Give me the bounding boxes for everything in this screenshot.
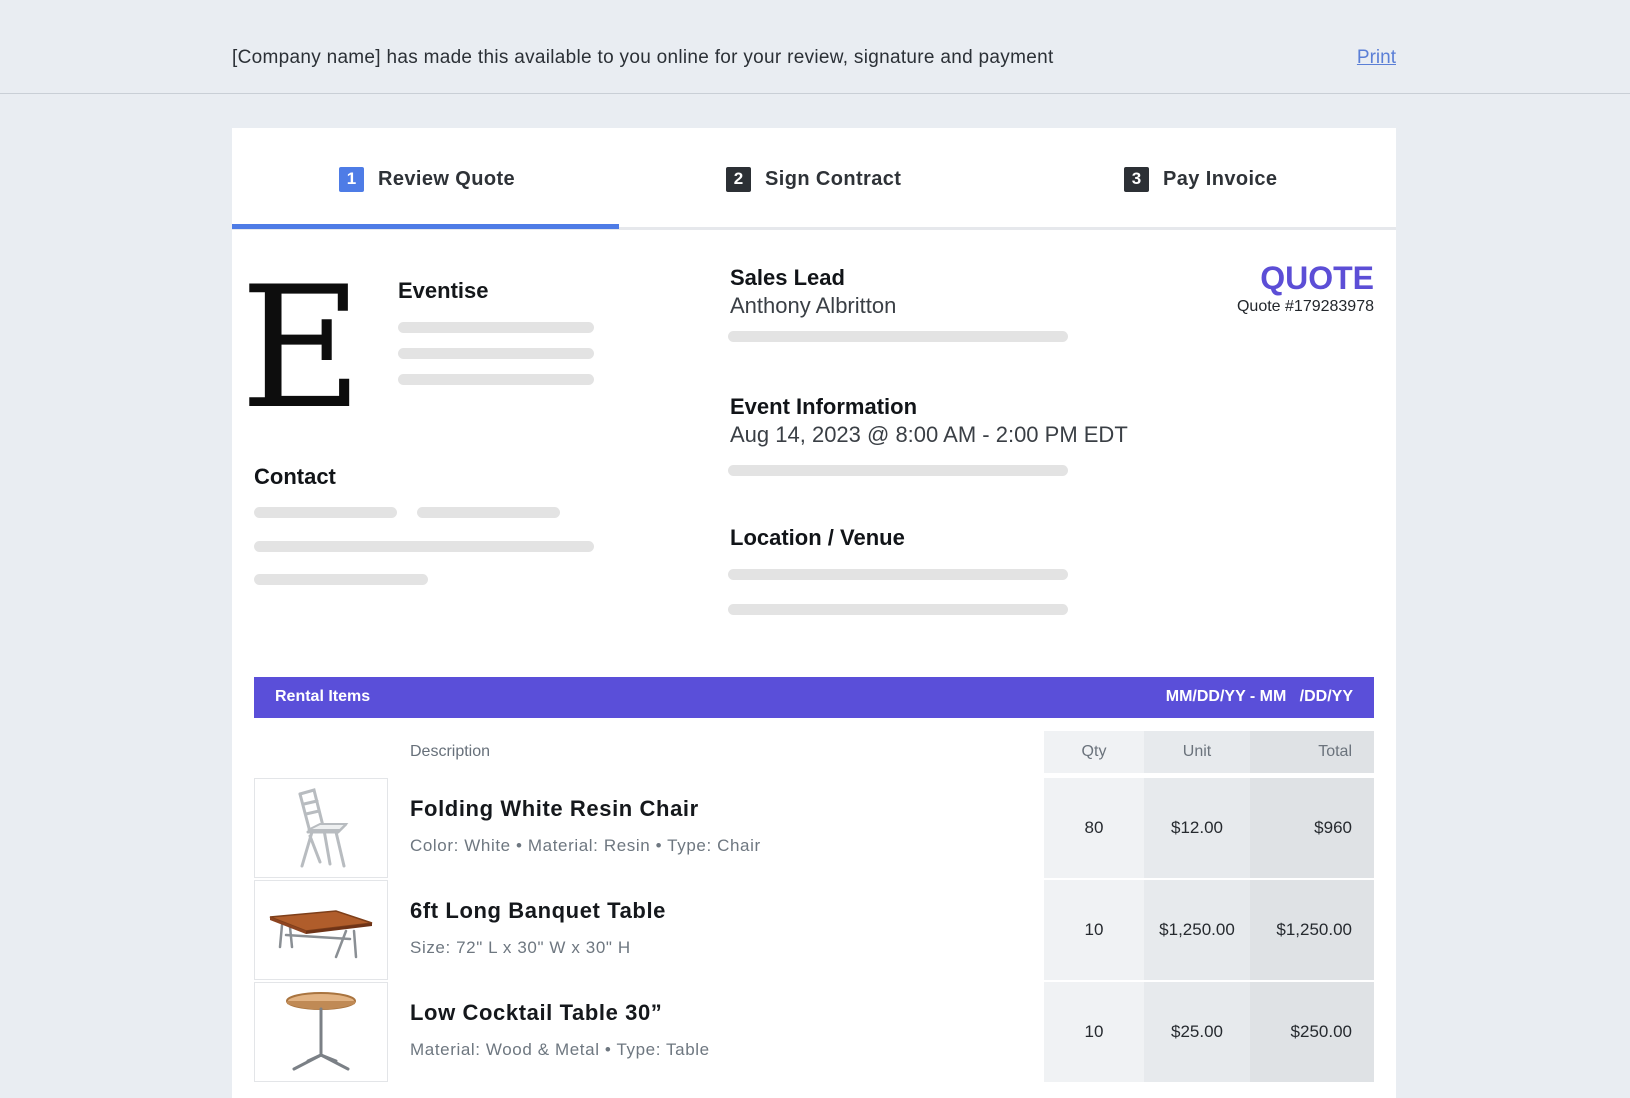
table-row: Folding White Resin Chair Color: White •… <box>254 778 1374 878</box>
item-unit-price: $12.00 <box>1144 778 1250 878</box>
tab-label: Pay Invoice <box>1163 167 1278 190</box>
step-1-badge: 1 <box>339 166 364 192</box>
item-qty: 80 <box>1044 778 1144 878</box>
item-total: $1,250.00 <box>1250 880 1374 980</box>
placeholder-line <box>728 604 1068 615</box>
cocktail-table-image <box>254 982 388 1082</box>
rental-items-header: Rental Items MM/DD/YY - MM /DD/YY <box>254 677 1374 718</box>
company-logo: E <box>240 250 363 446</box>
placeholder-line <box>254 541 594 552</box>
item-total: $250.00 <box>1250 982 1374 1082</box>
placeholder-line <box>398 374 594 385</box>
placeholder-line <box>254 507 397 518</box>
active-tab-indicator <box>232 224 619 229</box>
company-name: Eventise <box>398 278 489 303</box>
step-tabs: 1 Review Quote 2 Sign Contract 3 Pay Inv… <box>232 128 1396 230</box>
item-qty: 10 <box>1044 880 1144 980</box>
rental-items-label: Rental Items <box>275 688 371 705</box>
chair-image <box>254 778 388 878</box>
item-name: 6ft Long Banquet Table <box>410 898 667 923</box>
placeholder-line <box>728 569 1068 580</box>
tab-pay-invoice[interactable]: 3 Pay Invoice <box>1124 166 1277 192</box>
contact-title: Contact <box>254 464 336 489</box>
item-specs: Color: White • Material: Resin • Type: C… <box>410 836 761 855</box>
banquet-table-image <box>254 880 388 980</box>
item-name: Folding White Resin Chair <box>410 796 699 821</box>
placeholder-line <box>254 574 428 585</box>
item-name: Low Cocktail Table 30” <box>410 1000 663 1025</box>
item-specs: Size: 72" L x 30" W x 30" H <box>410 938 631 957</box>
tab-label: Sign Contract <box>765 167 902 190</box>
placeholder-line <box>728 331 1068 342</box>
table-row: 6ft Long Banquet Table Size: 72" L x 30"… <box>254 880 1374 980</box>
placeholder-line <box>398 322 594 333</box>
tab-label: Review Quote <box>378 167 516 190</box>
sales-lead-title: Sales Lead <box>730 265 845 290</box>
placeholder-line <box>398 348 594 359</box>
table-row: Low Cocktail Table 30” Material: Wood & … <box>254 982 1374 1082</box>
sales-lead-name: Anthony Albritton <box>730 293 897 318</box>
step-2-badge: 2 <box>726 166 751 192</box>
event-info-title: Event Information <box>730 394 918 419</box>
placeholder-line <box>417 507 560 518</box>
top-notice-bar: [Company name] has made this available t… <box>0 0 1630 94</box>
tab-review-quote[interactable]: 1 Review Quote <box>339 166 515 192</box>
quote-title: QUOTE <box>1260 260 1374 296</box>
item-total: $960 <box>1250 778 1374 878</box>
description-column-header: Description <box>410 743 491 760</box>
qty-column-header: Qty <box>1044 731 1144 773</box>
print-link[interactable]: Print <box>1357 47 1396 69</box>
availability-message: [Company name] has made this available t… <box>232 47 1054 68</box>
tab-sign-contract[interactable]: 2 Sign Contract <box>726 166 901 192</box>
total-column-header: Total <box>1250 731 1374 773</box>
placeholder-line <box>728 465 1068 476</box>
item-qty: 10 <box>1044 982 1144 1082</box>
unit-column-header: Unit <box>1144 731 1250 773</box>
event-datetime: Aug 14, 2023 @ 8:00 AM - 2:00 PM EDT <box>730 422 1128 447</box>
quote-number: Quote #179283978 <box>1236 298 1374 315</box>
item-unit-price: $25.00 <box>1144 982 1250 1082</box>
rental-date-range: MM/DD/YY - MM /DD/YY <box>1165 688 1353 705</box>
location-title: Location / Venue <box>730 525 905 550</box>
step-3-badge: 3 <box>1124 166 1149 192</box>
quote-card: 1 Review Quote 2 Sign Contract 3 Pay Inv… <box>232 128 1396 1098</box>
item-specs: Material: Wood & Metal • Type: Table <box>410 1040 710 1059</box>
item-unit-price: $1,250.00 <box>1144 880 1250 980</box>
